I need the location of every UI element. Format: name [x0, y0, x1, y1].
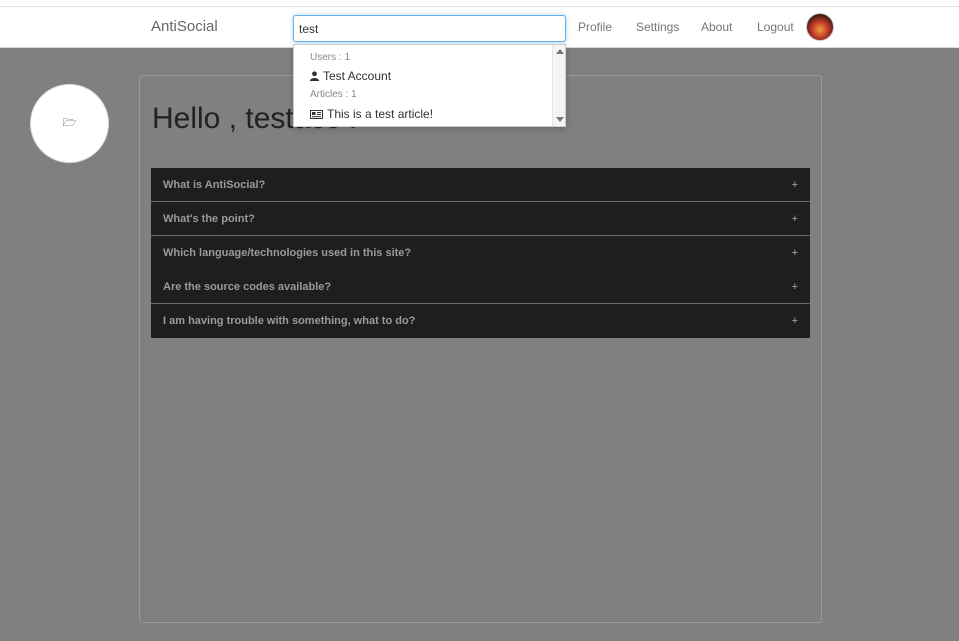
plus-icon: +	[791, 178, 798, 191]
nav-logout-link[interactable]: Logout	[757, 20, 794, 34]
search-input[interactable]	[293, 15, 566, 42]
nav-settings-link[interactable]: Settings	[636, 20, 679, 34]
user-result-label: Test Account	[323, 69, 392, 83]
faq-title: Are the source codes available?	[163, 280, 332, 293]
faq-item[interactable]: Are the source codes available? +	[151, 270, 810, 304]
newspaper-icon	[310, 109, 323, 119]
scroll-down-arrow-icon[interactable]	[556, 117, 564, 122]
plus-icon: +	[791, 315, 798, 327]
scroll-up-arrow-icon[interactable]	[556, 49, 564, 54]
main-panel: Hello , testacc ! What is AntiSocial? + …	[139, 75, 822, 623]
faq-title: What is AntiSocial?	[163, 178, 266, 191]
faq-item[interactable]: What's the point? +	[151, 202, 810, 236]
dropdown-scrollbar[interactable]	[552, 45, 565, 126]
brand-logo[interactable]: AntiSocial	[151, 18, 218, 35]
plus-icon: +	[791, 247, 798, 259]
faq-title: I am having trouble with something, what…	[163, 315, 416, 327]
avatar[interactable]	[806, 13, 834, 41]
users-count-header: Users : 1	[310, 52, 351, 63]
articles-count-header: Articles : 1	[310, 89, 357, 100]
article-result-label: This is a test article!	[327, 107, 434, 121]
faq-item[interactable]: What is AntiSocial? +	[151, 168, 810, 202]
folder-open-icon: 🗁	[62, 117, 77, 129]
browser-top-strip	[0, 0, 959, 7]
plus-icon: +	[791, 280, 798, 293]
faq-item[interactable]: I am having trouble with something, what…	[151, 304, 810, 338]
plus-icon: +	[791, 212, 798, 225]
faq-accordion: What is AntiSocial? + What's the point? …	[151, 168, 810, 338]
navbar: AntiSocial Profile Settings About Logout	[0, 7, 959, 48]
nav-about-link[interactable]: About	[701, 20, 732, 34]
folder-button[interactable]: 🗁	[30, 84, 109, 163]
user-icon	[310, 71, 319, 81]
faq-title: Which language/technologies used in this…	[163, 247, 412, 259]
user-result-item[interactable]: Test Account	[310, 69, 391, 83]
faq-title: What's the point?	[163, 212, 255, 225]
faq-item[interactable]: Which language/technologies used in this…	[151, 236, 810, 270]
search-suggestions-dropdown: Users : 1 Test Account Articles : 1 This…	[293, 44, 566, 127]
nav-profile-link[interactable]: Profile	[578, 20, 612, 34]
article-result-item[interactable]: This is a test article!	[310, 107, 433, 121]
